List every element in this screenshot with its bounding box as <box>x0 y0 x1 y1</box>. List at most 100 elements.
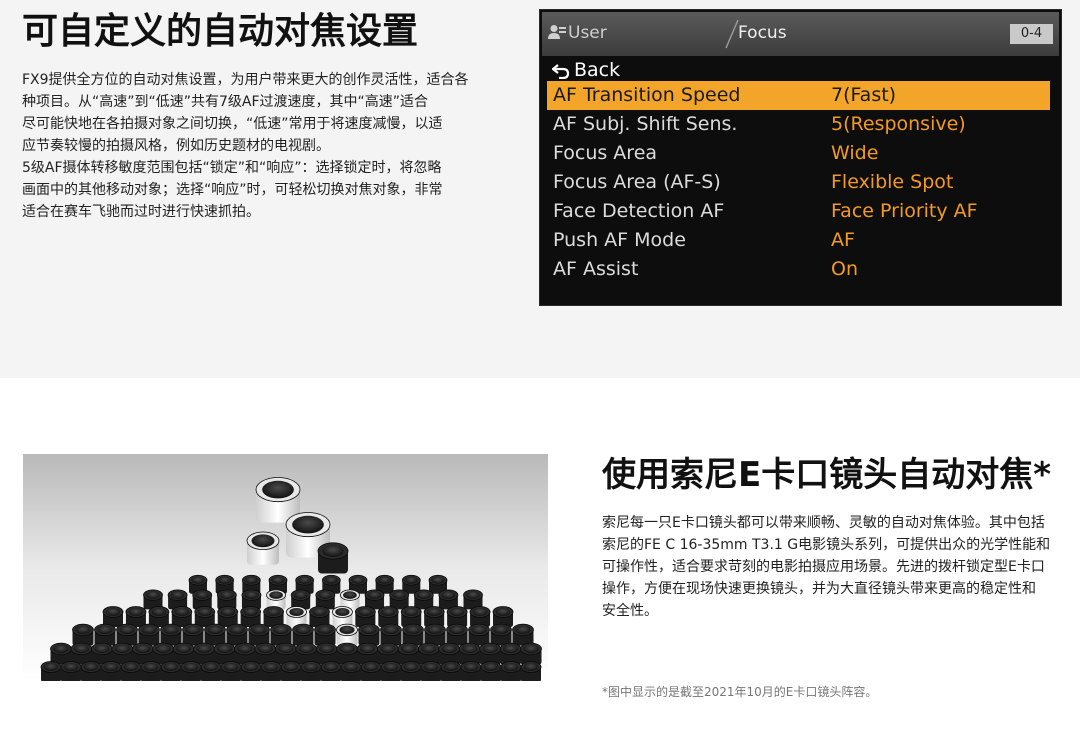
lens-graphic <box>292 623 314 646</box>
menu-item-af-subj-shift-sens[interactable]: AF Subj. Shift Sens. 5(Responsive) <box>547 110 1050 139</box>
menu-item-value: Face Priority AF <box>831 200 978 222</box>
lens-graphic <box>220 661 242 681</box>
lens-graphic <box>480 661 502 681</box>
description-line: 种项目。从“高速”到“低速”共有7级AF过渡速度，其中“高速”适合 <box>22 94 429 110</box>
lens-graphic <box>72 623 94 646</box>
tab-user-label: User <box>568 23 607 43</box>
menu-item-af-assist[interactable]: AF Assist On <box>547 255 1050 284</box>
lens-graphic <box>248 623 270 646</box>
description-line: 应节奏较慢的拍摄风格，例如历史题材的电视剧。 <box>22 138 330 154</box>
lens-graphic <box>490 623 512 646</box>
menu-item-value: Flexible Spot <box>831 171 954 193</box>
lens-graphic <box>280 661 302 681</box>
lens-graphic <box>240 661 262 681</box>
lens-graphic <box>440 661 462 681</box>
menu-item-face-detection-af[interactable]: Face Detection AF Face Priority AF <box>547 197 1050 226</box>
lens-graphic <box>424 623 446 646</box>
lens-graphic <box>460 661 482 681</box>
lens-graphic <box>500 661 522 681</box>
lens-graphic <box>182 623 204 646</box>
lens-graphic <box>140 661 162 681</box>
menu-item-label: Focus Area <box>553 142 658 164</box>
menu-item-label: Push AF Mode <box>553 229 686 251</box>
camera-focus-menu: User Focus 0-4 Back AF Transition Speed … <box>539 9 1062 306</box>
lens-graphic <box>148 606 170 627</box>
lens-graphic <box>160 623 182 646</box>
lens-graphic <box>320 661 342 681</box>
section-title-custom-af: 可自定义的自动对焦设置 <box>22 11 419 52</box>
lens-graphic <box>160 661 182 681</box>
lens-graphic <box>314 623 336 646</box>
menu-item-focus-area-afs[interactable]: Focus Area (AF-S) Flexible Spot <box>547 168 1050 197</box>
description-line: 5级AF摄体转移敏度范围包括“锁定”和“响应”：选择锁定时，将忽略 <box>22 160 442 176</box>
lens-graphic <box>100 661 122 681</box>
description-line: 索尼每一只E卡口镜头都可以带来顺畅、灵敏的自动对焦体验。其中包括 <box>602 515 1045 531</box>
lens-graphic <box>336 623 358 646</box>
menu-item-label: AF Subj. Shift Sens. <box>553 113 738 135</box>
description-line: 操作，方便在现场快速更换镜头，并为大直径镜头带来更高的稳定性和 <box>602 581 1036 597</box>
menu-item-value: On <box>831 258 858 280</box>
lens-graphic <box>180 661 202 681</box>
lens-graphic <box>260 661 282 681</box>
back-arrow-icon <box>551 64 570 80</box>
menu-item-value: 5(Responsive) <box>831 113 966 135</box>
lens-graphic <box>402 623 424 646</box>
menu-item-value: Wide <box>831 142 879 164</box>
description-line: 安全性。 <box>602 603 658 619</box>
lens-graphic <box>116 623 138 646</box>
lens-graphic <box>389 589 410 610</box>
lens-graphic <box>204 623 226 646</box>
lens-graphic <box>420 661 442 681</box>
lens-graphic <box>246 531 280 565</box>
lens-graphic <box>512 623 534 646</box>
lens-graphic <box>413 589 434 610</box>
lens-graphic <box>400 661 422 681</box>
lens-graphic <box>200 661 222 681</box>
e-mount-lens-lineup-image <box>23 454 548 681</box>
user-icon <box>548 24 566 40</box>
menu-item-value: AF <box>831 229 855 251</box>
lens-graphic <box>354 606 376 627</box>
tab-focus[interactable]: Focus <box>738 22 787 44</box>
menu-item-label: AF Assist <box>553 258 639 280</box>
lens-graphic <box>340 661 362 681</box>
lens-graphic <box>138 623 160 646</box>
lens-graphic <box>300 661 322 681</box>
menu-item-value: 7(Fast) <box>831 84 897 106</box>
lens-graphic <box>468 623 490 646</box>
tab-user[interactable]: User <box>548 22 607 44</box>
description-line: 可操作性，适合要求苛刻的电影拍摄应用场景。先进的拨杆锁定型E卡口 <box>602 559 1045 575</box>
menu-item-push-af-mode[interactable]: Push AF Mode AF <box>547 226 1050 255</box>
menu-list: AF Transition Speed 7(Fast) AF Subj. Shi… <box>547 81 1050 284</box>
footnote: *图中显示的是截至2021年10月的E卡口镜头阵容。 <box>602 685 878 699</box>
menu-item-af-transition-speed[interactable]: AF Transition Speed 7(Fast) <box>547 81 1050 110</box>
lens-graphic <box>520 661 542 681</box>
description-line: 尽可能快地在各拍摄对象之间切换，“低速”常用于将速度减慢，以适 <box>22 116 443 132</box>
section-title-e-mount-af: 使用索尼E卡口镜头自动对焦* <box>602 455 1052 495</box>
menu-item-label: Focus Area (AF-S) <box>553 171 721 193</box>
lens-graphic <box>358 623 380 646</box>
custom-af-description: FX9提供全方位的自动对焦设置，为用户带来更大的创作灵活性，适合各 种项目。从“… <box>22 69 492 223</box>
lens-graphic <box>360 661 382 681</box>
lens-graphic <box>60 661 82 681</box>
description-line: FX9提供全方位的自动对焦设置，为用户带来更大的创作灵活性，适合各 <box>22 72 469 88</box>
menu-header: User Focus 0-4 <box>542 12 1059 56</box>
lens-graphic <box>80 661 102 681</box>
lens-graphic <box>380 623 402 646</box>
lens-graphic <box>380 661 402 681</box>
page-indicator: 0-4 <box>1010 24 1053 44</box>
lens-graphic <box>40 661 62 681</box>
description-line: 索尼的FE C 16-35mm T3.1 G电影镜头系列，可提供出众的光学性能和 <box>602 537 1051 553</box>
tab-divider-icon <box>725 19 739 49</box>
lens-lineup-illustration <box>23 454 548 681</box>
menu-item-focus-area[interactable]: Focus Area Wide <box>547 139 1050 168</box>
lens-graphic <box>94 623 116 646</box>
back-button[interactable]: Back <box>551 56 621 84</box>
description-line: 画面中的其他移动对象；选择“响应”时，可轻松切换对焦对象，非常 <box>22 182 443 198</box>
back-label: Back <box>574 59 621 81</box>
lens-graphic <box>120 661 142 681</box>
lens-graphic <box>194 606 216 627</box>
lens-graphic <box>446 623 468 646</box>
lens-graphic <box>317 542 349 574</box>
description-line: 适合在赛车飞驰而过时进行快速抓拍。 <box>22 204 260 220</box>
